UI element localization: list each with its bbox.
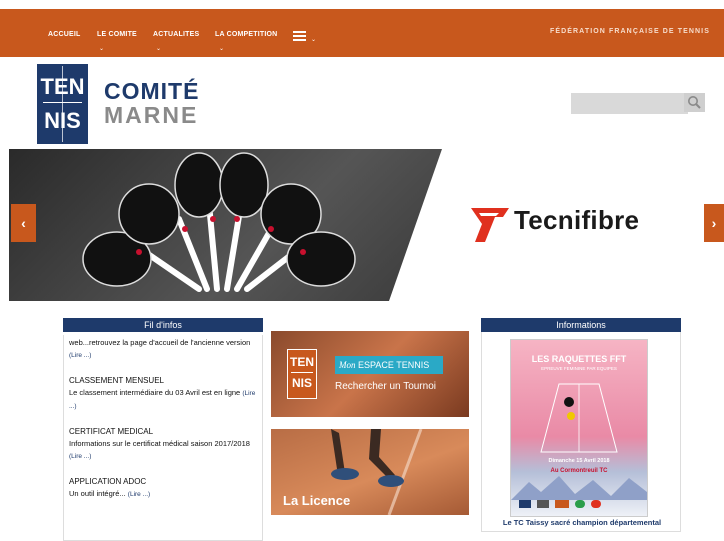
nav-item-le-comite[interactable]: LE COMITE [97,31,137,38]
logo-text-nis: NIS [291,376,312,390]
tag-italic: Mon [339,360,356,370]
brand-name: Tecnifibre [514,205,640,235]
informations-caption[interactable]: Le TC Taissy sacré champion départementa… [487,518,677,527]
tennis-logo[interactable]: TEN NIS [37,64,88,144]
logo-text-ten: TEN [290,355,314,369]
fil-infos-title: Fil d'infos [63,318,263,332]
informations-title: Informations [481,318,681,332]
news-title[interactable]: APPLICATION ADOC [64,477,262,486]
fil-infos-panel: Fil d'infos web...retrouvez la page d'ac… [63,318,263,541]
chevron-down-icon[interactable]: ⌄ [311,37,316,43]
news-item: Le classement intermédiaire du 03 Avril … [64,385,262,415]
logo-text-nis: NIS [44,108,81,133]
top-nav-bar: ACCUEIL LE COMITE ⌄ ACTUALITES ⌄ LA COMP… [0,9,724,57]
licence-label: La Licence [283,493,351,508]
rackets-image [9,149,442,301]
poster-headline: LES RAQUETTES FFT [531,354,627,364]
federation-link[interactable]: FÉDÉRATION FRANÇAISE DE TENNIS [550,28,710,35]
chevron-down-icon[interactable]: ⌄ [99,46,104,52]
sponsor-logos [519,500,639,510]
news-text: web...retrouvez la page d'accueil de l'a… [69,338,251,347]
tennis-court-icon [540,383,618,453]
nav-item-accueil[interactable]: ACCUEIL [48,31,81,38]
nav-item-actualites[interactable]: ACTUALITES [153,31,199,38]
news-item: Un outil intégré... (Lire ...) [64,486,262,503]
banner-prev-button[interactable]: ‹ [11,204,36,242]
news-title[interactable]: CLASSEMENT MENSUEL [64,376,262,385]
mon-espace-tennis-tile[interactable]: TEN NIS Mon ESPACE TENNIS Rechercher un … [271,331,469,417]
read-more-link[interactable]: (Lire ...) [69,352,91,359]
logo-text-ten: TEN [40,74,85,99]
search-tournament-link[interactable]: Rechercher un Tournoi [335,381,436,392]
espace-tennis-tag: Mon ESPACE TENNIS [335,356,443,374]
news-item: Informations sur le certificat médical s… [64,436,262,465]
site-subtitle: MARNE [104,102,199,128]
news-title[interactable]: CERTIFICAT MEDICAL [64,427,262,436]
tag-text: ESPACE TENNIS [358,360,430,370]
news-text: Informations sur le certificat médical s… [69,439,250,448]
read-more-link[interactable]: (Lire ...) [128,491,150,498]
chevron-down-icon[interactable]: ⌄ [219,46,224,52]
site-title: COMITÉ [104,78,200,104]
menu-icon[interactable] [293,31,306,43]
search-icon [688,96,701,109]
nav-item-la-competition[interactable]: LA COMPETITION [215,31,277,38]
event-poster[interactable]: LES RAQUETTES FFT EPREUVE FEMININE PAR E… [510,339,648,517]
news-text: Le classement intermédiaire du 03 Avril … [69,388,241,397]
news-text: Un outil intégré... [69,489,126,498]
search-button[interactable] [684,93,705,112]
poster-subtitle: EPREUVE FEMININE PAR EQUIPES [541,366,617,371]
tecnifibre-logo-icon [471,208,509,242]
search-input[interactable] [571,93,688,114]
licence-tile[interactable]: La Licence [271,429,469,515]
tennis-logo: TEN NIS [287,349,317,399]
mountains-icon [511,476,647,500]
chevron-down-icon[interactable]: ⌄ [156,46,161,52]
banner-next-button[interactable]: › [704,204,724,242]
poster-date: Dimanche 15 Avril 2018 [548,458,610,464]
read-more-link[interactable]: (Lire ...) [69,453,91,460]
news-item: web...retrouvez la page d'accueil de l'a… [64,335,262,364]
